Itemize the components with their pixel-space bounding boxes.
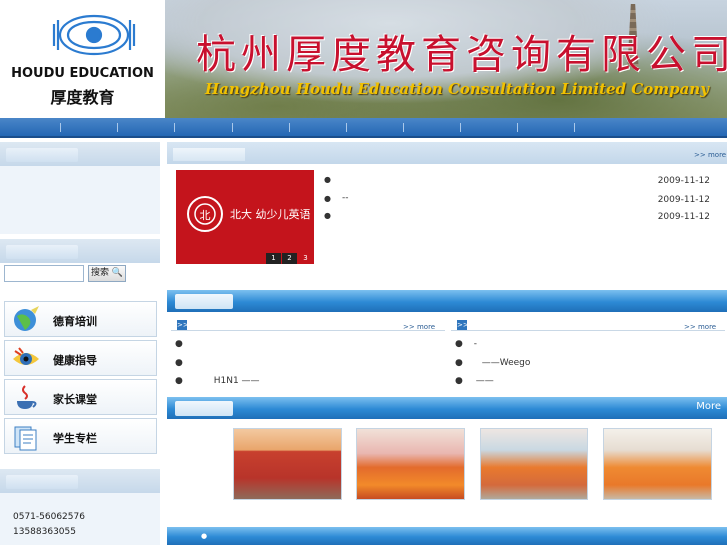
- right-list-item-text: -: [473, 339, 477, 349]
- feature-image[interactable]: 北 北大 幼少儿英语: [176, 170, 314, 264]
- double-arrow-icon: >>: [684, 323, 696, 331]
- svg-text:北: 北: [200, 209, 211, 222]
- search-button[interactable]: 搜索 🔍: [88, 265, 126, 282]
- right-list-item-text: ——: [475, 376, 494, 386]
- nav-divider: [232, 123, 233, 132]
- logo[interactable]: HOUDU EDUCATION 厚度教育: [0, 0, 165, 118]
- nav-divider: [460, 123, 461, 132]
- bullet-icon: ●: [324, 211, 331, 220]
- left-list-item[interactable]: ●: [175, 339, 183, 349]
- java-cup-icon: [17, 385, 37, 409]
- sidebar-tab: [6, 245, 78, 259]
- sidebar-link-students[interactable]: 学生专栏: [4, 418, 157, 454]
- news-item-date: 2009-11-12: [657, 212, 710, 222]
- nav-divider: [403, 123, 404, 132]
- sidebar-contact-header: [0, 469, 160, 493]
- section-tab: [175, 294, 233, 309]
- company-title-cn: 杭州厚度教育咨询有限公司: [196, 32, 727, 78]
- logo-text-en: HOUDU EDUCATION: [11, 66, 154, 81]
- documents-icon: [14, 426, 37, 451]
- section-tab: [175, 401, 233, 416]
- news-item[interactable]: ● 2009-11-12: [324, 208, 710, 224]
- pager-button-2[interactable]: 2: [282, 253, 297, 264]
- double-arrow-icon: >>: [457, 320, 469, 330]
- left-list-item[interactable]: ● H1N1 ——: [175, 376, 260, 386]
- right-list-item-text: ——Weego: [481, 358, 531, 368]
- sidebar-tab: [6, 475, 78, 489]
- news-tab: [173, 148, 245, 161]
- right-more-label: more: [697, 323, 717, 331]
- sidebar-login-header: [0, 142, 160, 166]
- search-button-label: 搜索: [90, 268, 109, 278]
- sidebar-tab: [6, 148, 78, 162]
- gallery-photo-kids-gathering[interactable]: [480, 428, 588, 500]
- nav-divider: [60, 123, 61, 132]
- logo-text-cn: 厚度教育: [50, 88, 115, 107]
- news-more-link[interactable]: >> more: [694, 151, 726, 159]
- nav-divider: [174, 123, 175, 132]
- nav-divider: [289, 123, 290, 132]
- bullet-icon: ●: [324, 194, 331, 203]
- left-column-more-link[interactable]: >> more: [403, 323, 435, 331]
- gallery-more-link[interactable]: More: [696, 401, 721, 412]
- double-arrow-icon: >>: [694, 151, 706, 159]
- news-item-date: 2009-11-12: [657, 195, 710, 205]
- section-bar-bottom: ●: [167, 527, 727, 545]
- news-item[interactable]: ● -- 2009-11-12: [324, 191, 710, 207]
- magnifier-icon: 🔍: [108, 268, 124, 278]
- feature-image-caption: 北大 幼少儿英语: [230, 208, 311, 221]
- pager-button-3[interactable]: 3: [298, 253, 313, 264]
- slideshow-pager: 1 2 3: [266, 253, 314, 264]
- news-more-label: more: [707, 151, 727, 159]
- left-list-item[interactable]: ●: [175, 358, 183, 368]
- logo-mark-icon: [52, 14, 136, 56]
- globe-icon: [14, 306, 39, 331]
- search-input[interactable]: [4, 265, 84, 282]
- sidebar-login-panel: [0, 166, 160, 234]
- bullet-icon: ●: [201, 532, 208, 540]
- contact-mobile: 13588363055: [13, 527, 76, 537]
- section-bar-articles: [167, 290, 727, 312]
- bullet-icon: ●: [324, 175, 331, 184]
- double-arrow-icon: >>: [177, 320, 189, 330]
- news-item-date: 2009-11-12: [657, 176, 710, 186]
- sidebar-link-health[interactable]: 健康指导: [4, 340, 157, 376]
- sidebar-link-label: 健康指导: [53, 354, 97, 367]
- right-column-more-link[interactable]: >> more: [684, 323, 716, 331]
- left-list-item-text: H1N1 ——: [213, 376, 260, 386]
- contact-phone: 0571-56062576: [13, 512, 85, 522]
- right-list-item[interactable]: ● -: [455, 339, 477, 349]
- pager-button-1[interactable]: 1: [266, 253, 281, 264]
- sidebar-link-moral-training[interactable]: 德育培训: [4, 301, 157, 337]
- eye-icon: [13, 347, 39, 365]
- news-header: [167, 142, 727, 164]
- news-item-title: --: [342, 193, 349, 203]
- nav-divider: [346, 123, 347, 132]
- sidebar-link-parents[interactable]: 家长课堂: [4, 379, 157, 415]
- section-bar-gallery: More: [167, 397, 727, 419]
- right-list-item[interactable]: ● ——: [455, 376, 494, 386]
- sidebar-link-label: 家长课堂: [53, 393, 97, 406]
- right-list-item[interactable]: ● ——Weego: [455, 358, 530, 368]
- sidebar-link-label: 德育培训: [53, 315, 97, 328]
- sidebar-link-label: 学生专栏: [53, 432, 97, 445]
- left-more-label: more: [416, 323, 436, 331]
- gallery-photo-classroom[interactable]: [603, 428, 712, 500]
- nav-divider: [117, 123, 118, 132]
- main-nav: [0, 118, 727, 138]
- news-item[interactable]: ● 2009-11-12: [324, 172, 710, 188]
- gallery-photo-clown-party[interactable]: [356, 428, 465, 500]
- company-title-en: Hangzhou Houdu Education Consultation Li…: [205, 80, 709, 98]
- nav-divider: [574, 123, 575, 132]
- gallery-photo-storefront[interactable]: [233, 428, 342, 500]
- double-arrow-icon: >>: [403, 323, 415, 331]
- nav-divider: [517, 123, 518, 132]
- sidebar-search-header: [0, 239, 160, 263]
